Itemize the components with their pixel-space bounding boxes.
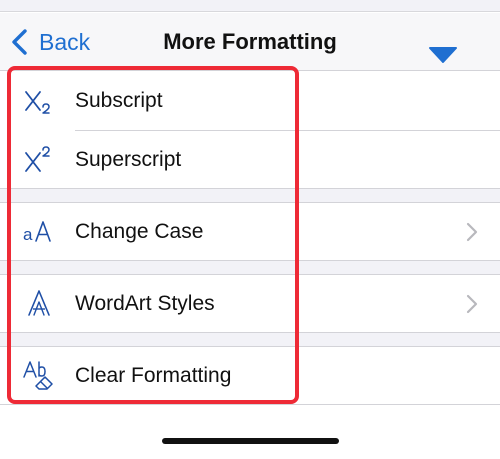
divider [0, 404, 500, 405]
group-spacer [0, 333, 500, 346]
collapse-dropdown-button[interactable] [428, 46, 458, 64]
group-spacer [0, 189, 500, 202]
group-spacer [0, 261, 500, 274]
superscript-icon [22, 143, 56, 177]
wordart-icon [22, 287, 56, 321]
page-title: More Formatting [163, 29, 337, 54]
home-indicator[interactable] [162, 438, 339, 444]
change-case-icon: a [22, 215, 56, 249]
triangle-down-icon [429, 47, 457, 63]
top-strip [0, 0, 500, 12]
chevron-right-icon [466, 294, 478, 314]
subscript-icon [22, 84, 56, 118]
list-item-label: Change Case [75, 219, 204, 243]
navigation-bar: Back More Formatting [0, 13, 500, 71]
list-item-subscript[interactable]: Subscript [0, 72, 500, 130]
list-item-label: Subscript [75, 89, 163, 112]
list-item-label: Clear Formatting [75, 363, 232, 387]
list-item-label: WordArt Styles [75, 291, 215, 315]
list-item-label: Superscript [75, 147, 182, 171]
chevron-right-icon [466, 222, 478, 242]
list-item-change-case[interactable]: a Change Case [0, 203, 500, 260]
clear-formatting-icon [22, 359, 56, 393]
list-item-superscript[interactable]: Superscript [0, 131, 500, 188]
list-item-clear-formatting[interactable]: Clear Formatting [0, 347, 500, 404]
list-item-wordart-styles[interactable]: WordArt Styles [0, 275, 500, 332]
svg-text:a: a [23, 225, 33, 244]
